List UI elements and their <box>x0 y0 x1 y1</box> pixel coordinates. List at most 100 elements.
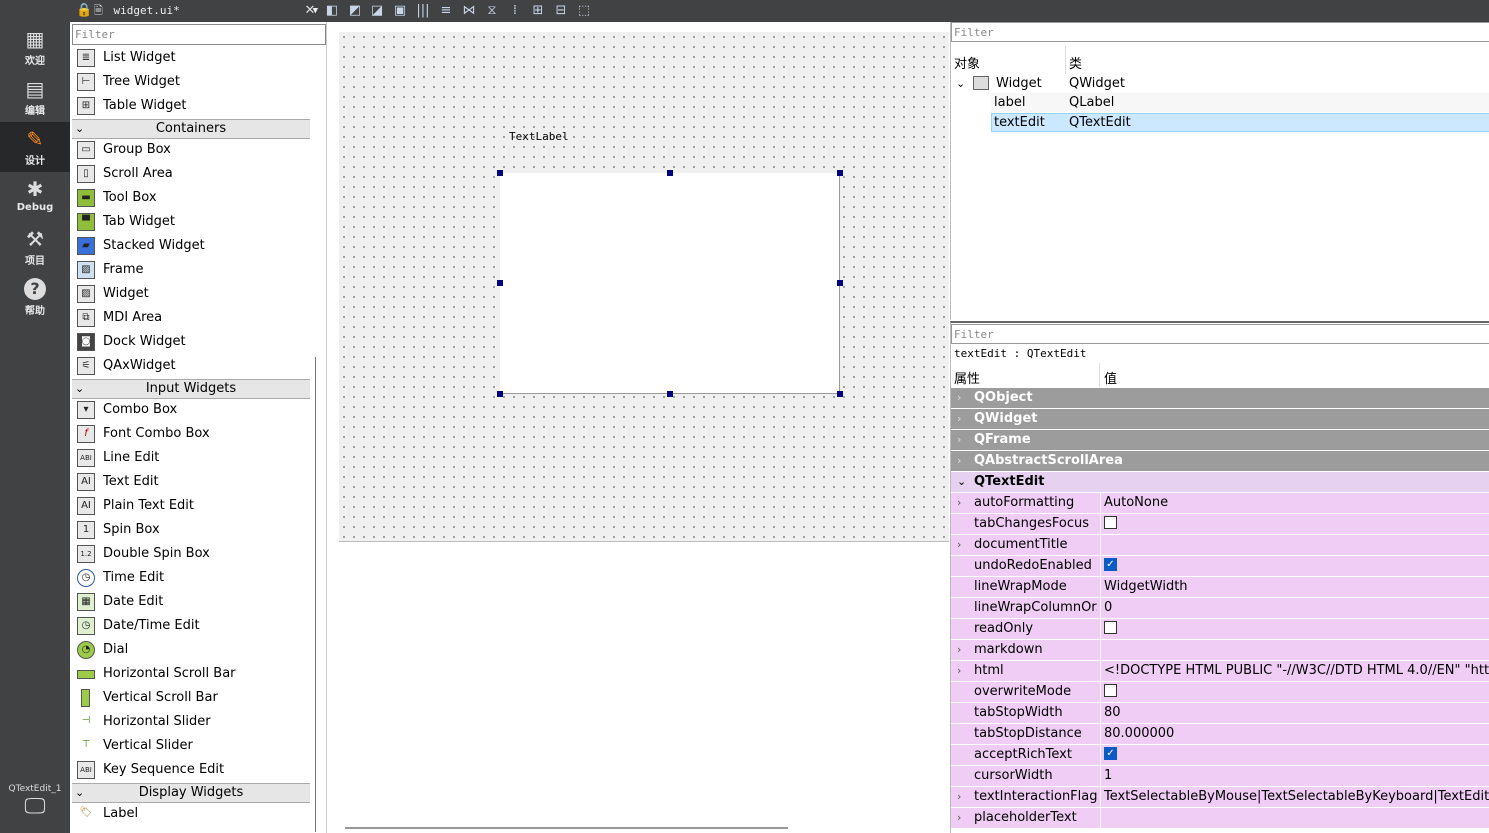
widget-item[interactable]: 1.2 Double Spin Box <box>72 542 310 566</box>
widget-item[interactable]: ◷ Date/Time Edit <box>72 614 310 638</box>
prop-row[interactable]: › textInteractionFlags TextSelectableByMou… <box>951 787 1489 808</box>
widget-item[interactable]: ▨ Frame <box>72 258 310 282</box>
widget-item[interactable]: ▯ Scroll Area <box>72 162 310 186</box>
prop-value[interactable]: 1 <box>1104 766 1489 786</box>
prop-row[interactable]: overwriteMode <box>951 682 1489 703</box>
form-canvas[interactable]: TextLabel <box>339 32 949 542</box>
widget-item[interactable]: ▀ Tab Widget <box>72 210 310 234</box>
resize-handle[interactable] <box>667 391 673 397</box>
widget-item[interactable]: Horizontal Scroll Bar <box>72 662 310 686</box>
close-icon[interactable]: ✕ <box>302 3 318 19</box>
widget-item[interactable]: ▬ Tool Box <box>72 186 310 210</box>
widget-item[interactable]: ⊞ Table Widget <box>72 94 310 118</box>
column-header-object[interactable]: 对象 <box>954 53 980 72</box>
tree-row-textedit[interactable]: textEdit QTextEdit <box>991 113 1489 132</box>
widget-item[interactable]: ⊣ Horizontal Slider <box>72 710 310 734</box>
prop-row[interactable]: acceptRichText ✓ <box>951 745 1489 766</box>
layout-v-splitter-icon[interactable]: ⧖ <box>484 3 500 19</box>
editor-horizontal-scrollbar[interactable] <box>345 827 788 829</box>
group-qobject[interactable]: › QObject <box>951 388 1489 408</box>
prop-value[interactable]: WidgetWidth <box>1104 577 1489 597</box>
resize-handle[interactable] <box>837 280 843 286</box>
prop-value[interactable]: 80.000000 <box>1104 724 1489 744</box>
acceptrichtext-checkbox[interactable]: ✓ <box>1104 747 1117 760</box>
prop-value[interactable]: 80 <box>1104 703 1489 723</box>
widget-item[interactable]: ABI Key Sequence Edit <box>72 758 310 782</box>
undoredoenabled-checkbox[interactable]: ✓ <box>1104 558 1117 571</box>
resize-handle[interactable] <box>497 391 503 397</box>
tree-row-label[interactable]: label QLabel <box>991 93 1489 112</box>
tree-row-widget[interactable]: ⌄ Widget QWidget <box>951 74 1489 93</box>
mode-welcome[interactable]: ▦ 欢迎 <box>0 22 70 72</box>
widget-item[interactable]: ▭ Group Box <box>72 138 310 162</box>
resize-handle[interactable] <box>837 391 843 397</box>
group-qabstractscrollarea[interactable]: › QAbstractScrollArea <box>951 451 1489 471</box>
widget-item[interactable]: ABI Line Edit <box>72 446 310 470</box>
property-filter-input[interactable]: Filter <box>951 324 1489 344</box>
adjust-size-icon[interactable]: ⬚ <box>576 3 592 19</box>
category-containers[interactable]: ⌄ Containers <box>72 119 310 139</box>
widget-filter-input[interactable]: Filter <box>72 24 326 45</box>
widget-item[interactable]: f Font Combo Box <box>72 422 310 446</box>
mode-help[interactable]: ? 帮助 <box>0 272 70 322</box>
widget-item[interactable]: ⊢ Tree Widget <box>72 70 310 94</box>
form-text-edit[interactable] <box>500 173 840 394</box>
widget-item[interactable]: ▨ Widget <box>72 282 310 306</box>
prop-row[interactable]: › autoFormatting AutoNone <box>951 493 1489 514</box>
widget-item[interactable]: 1 Spin Box <box>72 518 310 542</box>
column-header-class[interactable]: 类 <box>1069 53 1082 72</box>
widget-item[interactable]: ◙ Dock Widget <box>72 330 310 354</box>
edit-signals-icon[interactable]: ◩ <box>347 3 363 19</box>
layout-h-splitter-icon[interactable]: ⋈ <box>461 3 477 19</box>
resize-handle[interactable] <box>497 170 503 176</box>
prop-row[interactable]: undoRedoEnabled ✓ <box>951 556 1489 577</box>
file-tab[interactable]: 🗎 widget.ui* ▼ <box>94 0 326 22</box>
widget-item[interactable]: ≣ List Widget <box>72 46 310 70</box>
prop-row[interactable]: tabStopDistance 80.000000 <box>951 724 1489 745</box>
widget-item[interactable]: ◷ Time Edit <box>72 566 310 590</box>
mode-projects[interactable]: ⚒ 项目 <box>0 222 70 272</box>
resize-handle[interactable] <box>497 280 503 286</box>
tabchangesfocus-checkbox[interactable] <box>1104 516 1117 529</box>
widget-item[interactable]: ▾ Combo Box <box>72 398 310 422</box>
column-header-value[interactable]: 值 <box>1104 368 1117 387</box>
widget-item[interactable]: ◔ Dial <box>72 638 310 662</box>
prop-row[interactable]: › documentTitle <box>951 535 1489 556</box>
chevron-right-icon[interactable]: › <box>957 640 961 660</box>
prop-row[interactable]: cursorWidth 1 <box>951 766 1489 787</box>
widget-item[interactable]: ▰ Stacked Widget <box>72 234 310 258</box>
prop-value[interactable]: <!DOCTYPE HTML PUBLIC "-//W3C//DTD HTML … <box>1104 661 1489 681</box>
readonly-checkbox[interactable] <box>1104 621 1117 634</box>
prop-row[interactable]: › markdown <box>951 640 1489 661</box>
widget-item[interactable]: ⚟ QAxWidget <box>72 354 310 378</box>
category-input-widgets[interactable]: ⌄ Input Widgets <box>72 379 310 399</box>
prop-row[interactable]: readOnly <box>951 619 1489 640</box>
overwritemode-checkbox[interactable] <box>1104 684 1117 697</box>
widget-item[interactable]: ▦ Date Edit <box>72 590 310 614</box>
mode-design[interactable]: ✎ 设计 <box>0 122 70 172</box>
column-header-property[interactable]: 属性 <box>954 368 980 387</box>
kit-selector[interactable]: QTextEdit_1 🖵 <box>0 780 70 833</box>
resize-handle[interactable] <box>667 170 673 176</box>
prop-row[interactable]: lineWrapMode WidgetWidth <box>951 577 1489 598</box>
edit-tab-order-icon[interactable]: ▣ <box>392 3 408 19</box>
category-display-widgets[interactable]: ⌄ Display Widgets <box>72 783 310 803</box>
layout-horizontal-icon[interactable]: ||| <box>415 3 431 19</box>
mode-debug[interactable]: ✱ Debug <box>0 172 70 222</box>
widget-item[interactable]: ⊤ Vertical Slider <box>72 734 310 758</box>
chevron-right-icon[interactable]: › <box>957 808 961 828</box>
prop-row[interactable]: › html <!DOCTYPE HTML PUBLIC "-//W3C//DTD … <box>951 661 1489 682</box>
chevron-right-icon[interactable]: › <box>957 787 961 807</box>
widget-item[interactable]: AI Text Edit <box>72 470 310 494</box>
chevron-right-icon[interactable]: › <box>957 493 961 513</box>
layout-vertical-icon[interactable]: ≡ <box>438 3 454 19</box>
break-layout-icon[interactable]: ⊟ <box>553 3 569 19</box>
widget-item[interactable]: ⧉ MDI Area <box>72 306 310 330</box>
prop-value[interactable]: 0 <box>1104 598 1489 618</box>
group-qwidget[interactable]: › QWidget <box>951 409 1489 429</box>
prop-value[interactable]: AutoNone <box>1104 493 1489 513</box>
prop-row[interactable]: tabStopWidth 80 <box>951 703 1489 724</box>
object-filter-input[interactable]: Filter <box>951 22 1489 42</box>
widget-item[interactable]: Vertical Scroll Bar <box>72 686 310 710</box>
widget-item[interactable]: 🏷 Label <box>72 802 310 826</box>
